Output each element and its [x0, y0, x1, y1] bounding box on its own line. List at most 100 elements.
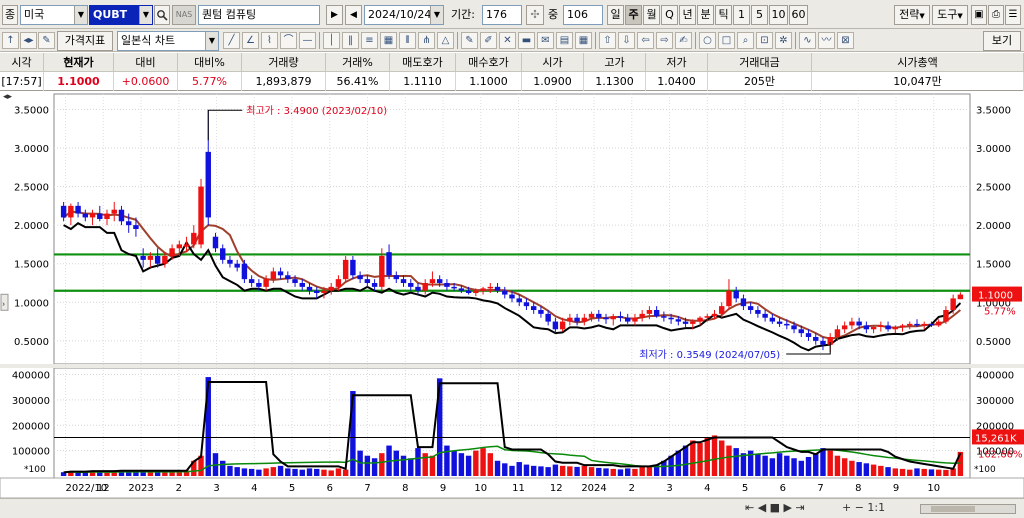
save-icon[interactable]: ▣	[971, 5, 987, 25]
x-tick-label: 2	[629, 483, 635, 494]
interval-button[interactable]: 5	[751, 5, 768, 25]
search-icon[interactable]	[154, 5, 170, 25]
play-forward-icon[interactable]: ▶	[326, 5, 343, 25]
quote-value: 1.1300	[584, 72, 646, 91]
price-index-button[interactable]: 가격지표	[57, 31, 113, 51]
line-tool-icon[interactable]: ╱	[223, 32, 240, 49]
chevron-down-icon[interactable]: ▼	[74, 6, 87, 24]
x-tick-label: 9	[440, 483, 446, 494]
edit-icon[interactable]: ✎	[38, 32, 55, 49]
interval-button[interactable]: 1	[733, 5, 750, 25]
arrow-up-icon[interactable]: ↑	[2, 32, 19, 49]
triangle-tool-icon[interactable]: △	[437, 32, 454, 49]
volume-bar	[75, 472, 81, 476]
interval-button[interactable]: 년	[679, 5, 696, 25]
market-type-button[interactable]: 종	[2, 5, 18, 25]
close-tool-icon[interactable]: ⊠	[837, 32, 854, 49]
eraser-tool-icon[interactable]: ✐	[480, 32, 497, 49]
volume-bar	[415, 448, 421, 476]
quote-value: 205만	[708, 72, 812, 91]
volume-bar	[292, 468, 298, 476]
price-pane[interactable]	[53, 93, 971, 365]
resize-horizontal-icon[interactable]: ◂▸	[20, 32, 37, 49]
chevron-down-icon[interactable]: ▼	[205, 32, 218, 50]
angle-tool-icon[interactable]: ∠	[242, 32, 259, 49]
period-input[interactable]: 176	[482, 5, 522, 25]
right-tool-icon[interactable]: ⇨	[656, 32, 673, 49]
pitchfork-tool-icon[interactable]: ⋔	[418, 32, 435, 49]
x-tick-label: 8	[855, 483, 861, 494]
interval-button[interactable]: 월	[643, 5, 660, 25]
interval-button[interactable]: 틱	[715, 5, 732, 25]
volume-bar	[791, 458, 797, 476]
note-tool-icon[interactable]: ✉	[537, 32, 554, 49]
candle-body	[885, 325, 891, 330]
candle-body	[60, 205, 67, 218]
volume-bar	[776, 453, 783, 476]
cross-tool-icon[interactable]: ✕	[499, 32, 516, 49]
volume-unit-right: *100	[974, 465, 996, 475]
vline-tool-icon[interactable]: │	[323, 32, 340, 49]
scrollbar-thumb[interactable]	[931, 506, 975, 512]
arc-tool-icon[interactable]: ⌒	[280, 32, 297, 49]
cycle-tool-icon[interactable]: ⫴	[399, 32, 416, 49]
interval-button[interactable]: Q	[661, 5, 678, 25]
zoom-controls-icon[interactable]: + − 1:1	[842, 501, 885, 514]
candle-body	[263, 279, 269, 287]
grid2-tool-icon[interactable]: ▦	[575, 32, 592, 49]
interval-button[interactable]: 10	[769, 5, 788, 25]
print-icon[interactable]: ⎙	[988, 5, 1004, 25]
grid-tool-icon[interactable]: ▦	[380, 32, 397, 49]
horizontal-scrollbar[interactable]	[920, 504, 1016, 514]
play-back-icon[interactable]: ◀	[345, 5, 362, 25]
left-tool-icon[interactable]: ⇦	[637, 32, 654, 49]
volume-bar	[784, 455, 790, 476]
wave-tool-icon[interactable]: ∿	[799, 32, 816, 49]
zoom-input[interactable]: 106	[563, 5, 603, 25]
zoom-area-icon[interactable]: ⊡	[756, 32, 773, 49]
chevron-down-icon[interactable]: ▼	[139, 6, 152, 24]
star-tool-icon[interactable]: ✲	[775, 32, 792, 49]
strategy-button[interactable]: 전략▼	[894, 5, 930, 25]
date-value: 2024/10/24	[368, 8, 432, 21]
down-tool-icon[interactable]: ⇩	[618, 32, 635, 49]
view-button[interactable]: 보기	[983, 31, 1021, 51]
candle-body	[357, 275, 363, 280]
channel-tool-icon[interactable]: ‖	[342, 32, 359, 49]
volume-bar	[509, 465, 515, 476]
interval-button[interactable]: 일	[607, 5, 624, 25]
scroll-controls-icon[interactable]: ⇤ ◀ ■ ▶ ⇥	[745, 501, 805, 514]
fan-tool-icon[interactable]: ⌇	[261, 32, 278, 49]
pane-splitter[interactable]	[0, 364, 1024, 368]
magnify-tool-icon[interactable]: ⌕	[737, 32, 754, 49]
rect-tool-icon[interactable]: □	[718, 32, 735, 49]
fibo-tool-icon[interactable]: ≡	[361, 32, 378, 49]
price-tick-right: 1.5000	[976, 260, 1011, 271]
interval-button[interactable]: 분	[697, 5, 714, 25]
price-chart[interactable]: ◂▸3.5000 3.50003.0000 3.00002.5000 2.50002.…	[0, 92, 1024, 498]
table-tool-icon[interactable]: ▤	[556, 32, 573, 49]
up-tool-icon[interactable]: ⇧	[599, 32, 616, 49]
interval-button[interactable]: 주	[625, 5, 642, 25]
ticker-input[interactable]: QUBT ▼	[89, 5, 153, 25]
candle-body	[335, 279, 342, 287]
hline-tool-icon[interactable]: —	[299, 32, 316, 49]
wave2-tool-icon[interactable]: 〰	[818, 32, 835, 49]
chart-type-select[interactable]: 일본식 차트 ▼	[117, 31, 219, 51]
market-select[interactable]: 미국 ▼	[20, 5, 88, 25]
text-tool-icon[interactable]: ✍	[675, 32, 692, 49]
crosshair-icon[interactable]: ✣	[526, 5, 544, 25]
volume-bar	[371, 458, 378, 476]
collapse-icon[interactable]: ◂▸	[3, 92, 13, 102]
color-tool-icon[interactable]: ▬	[518, 32, 535, 49]
settings-icon[interactable]: ☰	[1005, 5, 1021, 25]
circle-tool-icon[interactable]: ○	[699, 32, 716, 49]
chevron-right-icon[interactable]: ›	[2, 299, 5, 308]
date-input[interactable]: 2024/10/24 ▼	[364, 5, 444, 25]
chevron-down-icon[interactable]: ▼	[430, 6, 443, 24]
candle-body	[436, 279, 443, 283]
volume-bar	[516, 462, 522, 476]
tools-button[interactable]: 도구▼	[932, 5, 968, 25]
interval-button[interactable]: 60	[789, 5, 808, 25]
pen-tool-icon[interactable]: ✎	[461, 32, 478, 49]
